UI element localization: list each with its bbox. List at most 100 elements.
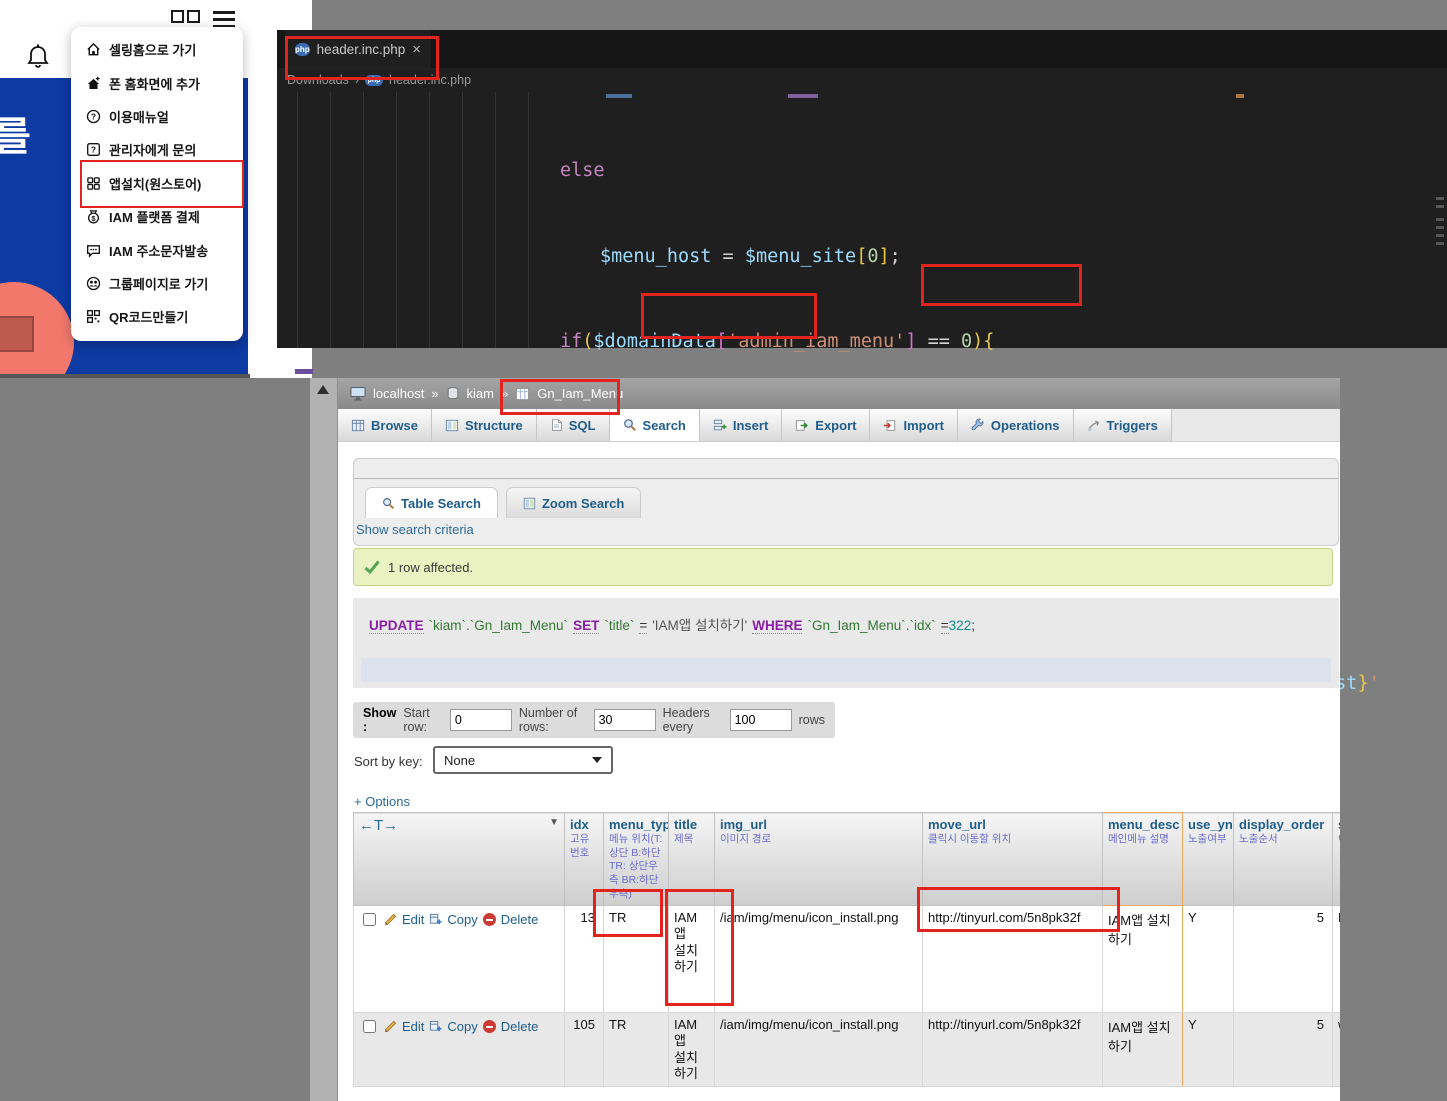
breadcrumb-server[interactable]: localhost [373, 386, 424, 401]
app-install-grid-icon [86, 176, 101, 191]
cell-menu-type: TR [604, 1013, 669, 1087]
scroll-up-arrow-icon[interactable] [317, 385, 329, 394]
cell-clipped: w [1333, 1013, 1341, 1087]
cell-display-order: 5 [1234, 906, 1333, 1013]
start-row-label: Start row: [403, 706, 443, 734]
menu-item-iam-sms[interactable]: IAM 주소문자발송 [71, 233, 243, 266]
tab-structure[interactable]: Structure [432, 409, 537, 441]
copy-icon[interactable] [429, 913, 442, 926]
vscode-editor: php header.inc.php × Downloads › php hea… [277, 30, 1447, 348]
copy-link[interactable]: Copy [447, 1019, 477, 1034]
delete-icon[interactable] [483, 1020, 496, 1033]
overview-ruler-mark [1436, 197, 1444, 200]
delete-link[interactable]: Delete [501, 912, 539, 927]
overview-ruler-mark [1436, 205, 1444, 208]
page-scrollbar[interactable] [310, 378, 337, 1101]
pencil-icon[interactable] [384, 913, 397, 926]
sql-query: UPDATE`kiam`.`Gn_Iam_Menu`SET`title`='IA… [353, 598, 1339, 634]
edit-link[interactable]: Edit [402, 1019, 424, 1034]
tab-import[interactable]: Import [870, 409, 957, 441]
edit-link[interactable]: Edit [402, 912, 424, 927]
delete-link[interactable]: Delete [501, 1019, 539, 1034]
success-check-icon [364, 560, 380, 574]
tab-sql[interactable]: SQL [537, 409, 610, 441]
notification-bell-icon[interactable] [26, 44, 50, 75]
svg-text:$: $ [91, 214, 96, 223]
number-of-rows-input[interactable] [594, 709, 656, 731]
cell-idx: 13 [565, 906, 604, 1013]
database-icon [446, 386, 460, 401]
menu-item-qr-code[interactable]: QR코드만들기 [71, 300, 243, 333]
start-row-input[interactable] [450, 709, 512, 731]
cell-title: IAM앱 설치하기 [669, 906, 715, 1013]
insert-icon [713, 418, 727, 432]
breadcrumb-file[interactable]: header.inc.php [389, 73, 471, 87]
search-fieldset: Table Search Zoom Search [353, 458, 1339, 546]
tab-operations[interactable]: Operations [958, 409, 1074, 441]
tab-export[interactable]: Export [782, 409, 870, 441]
cell-menu-desc: IAM앱 설치하기 [1103, 1013, 1183, 1087]
close-tab-icon[interactable]: × [412, 41, 421, 58]
editor-tab-header-inc-php[interactable]: php header.inc.php × [285, 30, 431, 68]
row-checkbox[interactable] [363, 913, 376, 926]
copy-link[interactable]: Copy [447, 912, 477, 927]
number-of-rows-label: Number of rows: [519, 706, 587, 734]
rows-suffix: rows [799, 713, 825, 727]
show-search-criteria-link[interactable]: Show search criteria [356, 522, 474, 537]
tab-browse[interactable]: Browse [338, 409, 432, 441]
search-icon [623, 418, 637, 432]
copy-icon[interactable] [429, 1020, 442, 1033]
svg-text:?: ? [91, 111, 96, 121]
menu-item-iam-payment[interactable]: $ IAM 플랫폼 결제 [71, 200, 243, 233]
menu-item-contact-admin[interactable]: ? 관리자에게 문의 [71, 133, 243, 166]
pma-breadcrumb: localhost » kiam » Gn_Iam_Menu [338, 378, 1340, 409]
tab-triggers[interactable]: Triggers [1074, 409, 1172, 441]
row-checkbox[interactable] [363, 1020, 376, 1033]
column-header-display-order: display_order노출순서 [1234, 813, 1333, 906]
group-icon [86, 276, 101, 291]
breadcrumb-separator: » [501, 386, 508, 401]
cell-use-yn: Y [1183, 906, 1234, 1013]
menu-item-app-install[interactable]: 앱설치(원스토어) [71, 167, 243, 200]
menu-item-selling-home[interactable]: 셀링홈으로 가기 [71, 33, 243, 66]
breadcrumb-database[interactable]: kiam [467, 386, 494, 401]
hero-rect-graphic [0, 316, 34, 352]
cell-move-url: http://tinyurl.com/5n8pk32f [923, 906, 1103, 1013]
pma-tab-bar: Browse Structure SQL Search Insert Expor… [338, 409, 1340, 442]
clipped-code-line [1236, 94, 1244, 98]
sql-icon [550, 418, 563, 432]
headers-every-label: Headers every [663, 706, 723, 734]
column-header-menu-type: menu_type메뉴 위치(T:상단 B:하단 TR: 상단우측 BR:하단우… [604, 813, 669, 906]
delete-icon[interactable] [483, 913, 496, 926]
table-row: Edit Copy Delete 13 TR IAM앱 설치하기 /iam/im… [354, 906, 1341, 1013]
sort-indicator-icon[interactable]: ▼ [549, 817, 559, 828]
editor-tab-bar: php header.inc.php × [277, 30, 1447, 69]
subtab-zoom-search[interactable]: Zoom Search [506, 487, 641, 518]
tab-search[interactable]: Search [610, 409, 700, 441]
success-message: 1 row affected. [353, 548, 1333, 586]
menu-item-group-page[interactable]: 그룹페이지로 가기 [71, 267, 243, 300]
pencil-icon[interactable] [384, 1020, 397, 1033]
breadcrumb-table[interactable]: Gn_Iam_Menu [537, 386, 623, 401]
subtab-table-search[interactable]: Table Search [365, 487, 498, 518]
sort-by-key-select[interactable]: None [433, 746, 613, 774]
code-area: else $menu_host = $menu_site[0]; if($dom… [277, 92, 1447, 348]
server-icon [350, 386, 366, 401]
table-row: Edit Copy Delete 105 TR IAM앱 설치하기 /iam/i… [354, 1013, 1341, 1087]
options-link[interactable]: + Options [354, 794, 410, 809]
breadcrumb-folder[interactable]: Downloads [287, 73, 349, 87]
menu-item-add-home-screen[interactable]: 폰 홈화면에 추가 [71, 66, 243, 99]
column-header-nav: ←T→ ▼ [354, 813, 565, 906]
tab-insert[interactable]: Insert [700, 409, 782, 441]
cell-move-url: http://tinyurl.com/5n8pk32f [923, 1013, 1103, 1087]
question-square-icon: ? [86, 142, 101, 157]
cell-img-url: /iam/img/menu/icon_install.png [715, 906, 923, 1013]
search-icon [382, 497, 395, 510]
browse-icon [351, 419, 365, 432]
menu-item-manual[interactable]: ? 이용매뉴얼 [71, 100, 243, 133]
column-header-menu-desc: menu_desc메인메뉴 설명 [1103, 813, 1183, 906]
app-grid-icon[interactable] [171, 10, 200, 23]
mobile-dropdown-menu: 셀링홈으로 가기 폰 홈화면에 추가 ? 이용매뉴얼 ? 관리자에게 문의 앱설… [71, 27, 243, 341]
headers-every-input[interactable] [730, 709, 792, 731]
sql-query-box: UPDATE`kiam`.`Gn_Iam_Menu`SET`title`='IA… [353, 598, 1339, 688]
